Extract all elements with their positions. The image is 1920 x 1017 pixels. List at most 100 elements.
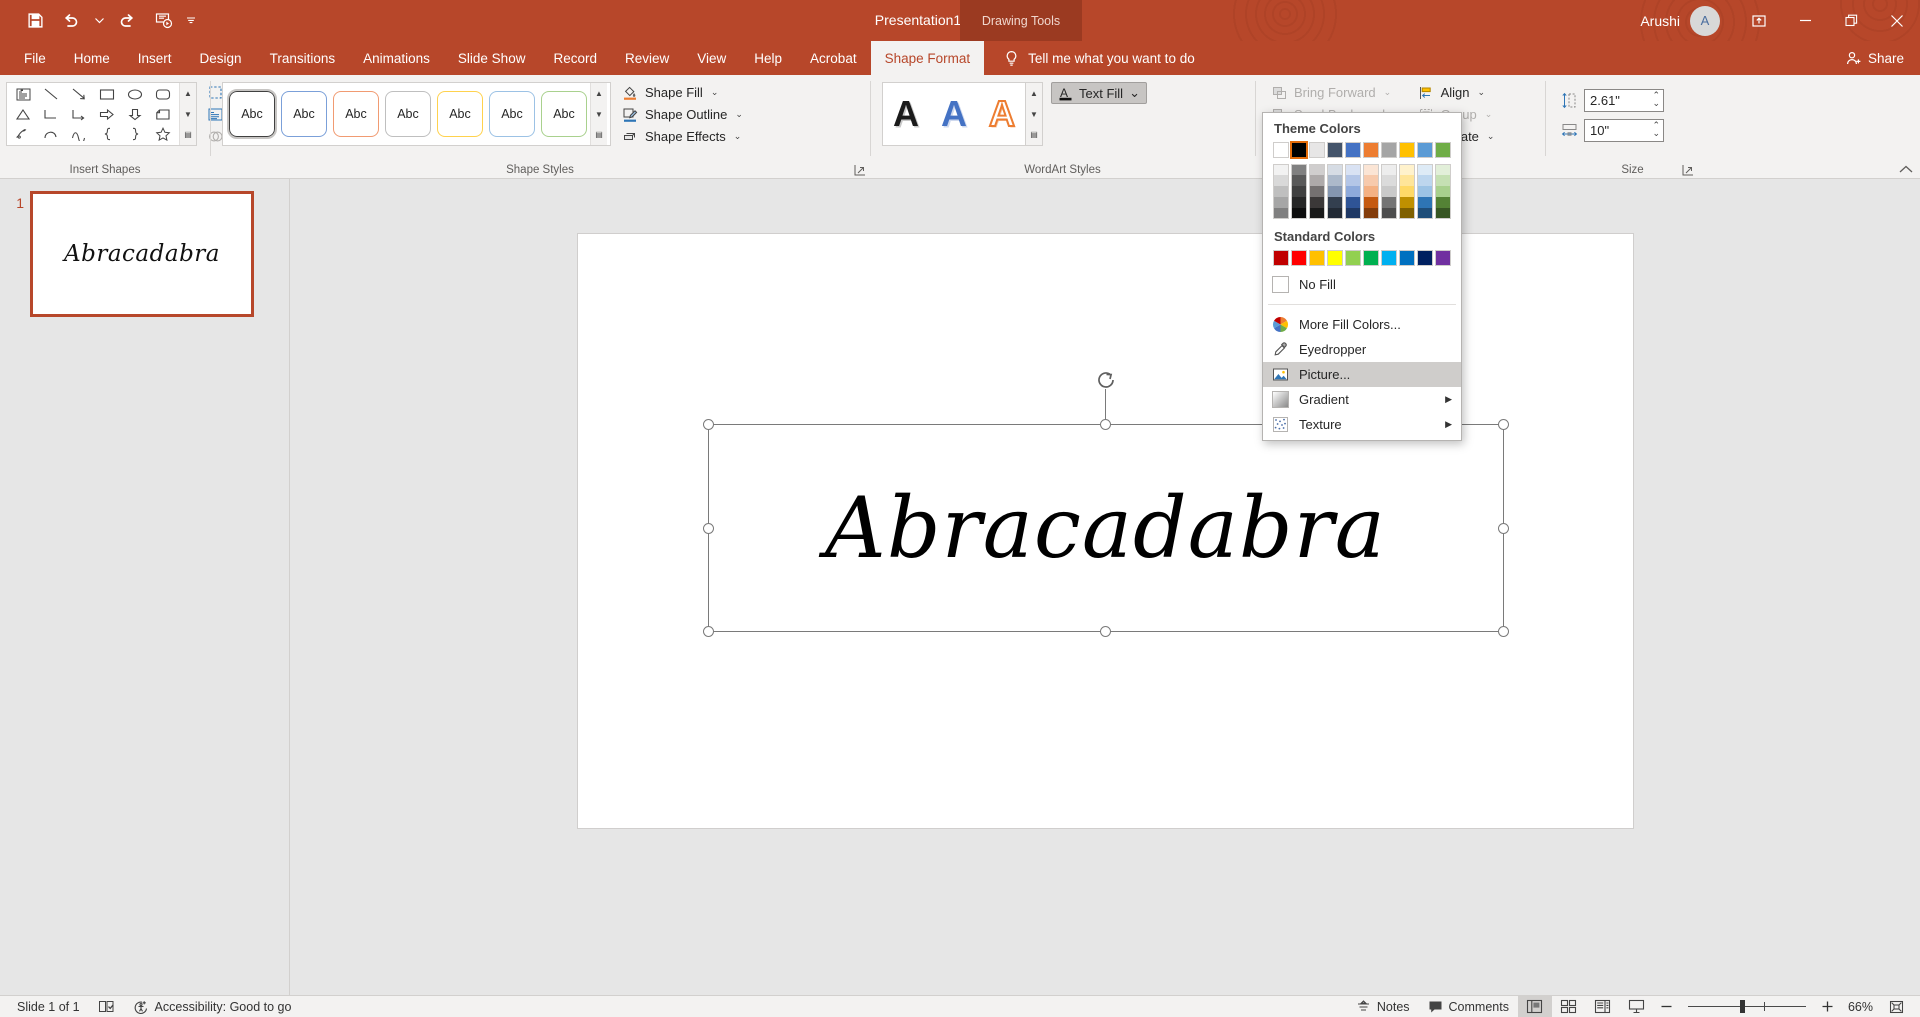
- slide-sorter-icon[interactable]: [1552, 996, 1586, 1017]
- slide-show-icon[interactable]: [1620, 996, 1654, 1017]
- size-dialog-launcher-icon[interactable]: [1682, 164, 1694, 176]
- shape-style-thumb[interactable]: Abc: [489, 91, 535, 137]
- standard-color-swatch-green[interactable]: [1363, 250, 1379, 266]
- resize-handle-bottom-right[interactable]: [1497, 626, 1509, 637]
- tab-transitions[interactable]: Transitions: [256, 41, 350, 75]
- insert-shapes-scroll[interactable]: ▲ ▼ ▤: [179, 83, 196, 146]
- zoom-level[interactable]: 66%: [1840, 996, 1881, 1017]
- theme-shade-column[interactable]: [1399, 164, 1415, 219]
- shape-style-thumb[interactable]: Abc: [281, 91, 327, 137]
- standard-color-swatch-blue[interactable]: [1399, 250, 1415, 266]
- minimize-icon[interactable]: [1782, 0, 1828, 41]
- slide-indicator[interactable]: Slide 1 of 1: [8, 996, 89, 1017]
- tab-shape-format[interactable]: Shape Format: [870, 41, 985, 75]
- standard-color-swatch-yellow[interactable]: [1327, 250, 1343, 266]
- shape-style-thumb[interactable]: Abc: [333, 91, 379, 137]
- shape-folded-corner-icon[interactable]: [149, 104, 177, 124]
- accessibility-status[interactable]: Accessibility: Good to go: [124, 996, 301, 1017]
- share-button[interactable]: Share: [1830, 41, 1920, 75]
- menu-item-more-fill-colors[interactable]: More Fill Colors...: [1263, 312, 1461, 337]
- spell-check-icon[interactable]: [89, 996, 124, 1017]
- shape-triangle-icon[interactable]: [9, 104, 37, 124]
- shape-elbow-arrow-connector-icon[interactable]: [65, 104, 93, 124]
- shape-styles-gallery[interactable]: Abc Abc Abc Abc Abc Abc Abc ▲ ▼ ▤: [222, 82, 611, 146]
- theme-shade-column[interactable]: [1381, 164, 1397, 219]
- ribbon-display-options-icon[interactable]: [1736, 0, 1782, 41]
- theme-color-swatch-blue[interactable]: [1345, 142, 1361, 158]
- shape-wave-icon[interactable]: [65, 124, 93, 144]
- resize-handle-top-right[interactable]: [1497, 419, 1509, 430]
- standard-color-swatch-purple[interactable]: [1435, 250, 1451, 266]
- shape-style-thumb[interactable]: Abc: [227, 89, 277, 139]
- shape-right-brace-icon[interactable]: [121, 124, 149, 144]
- theme-color-swatch-light-blue[interactable]: [1417, 142, 1433, 158]
- standard-color-swatch-orange[interactable]: [1309, 250, 1325, 266]
- shape-rounded-rectangle-icon[interactable]: [149, 84, 177, 104]
- shape-oval-icon[interactable]: [121, 84, 149, 104]
- shape-style-thumb[interactable]: Abc: [385, 91, 431, 137]
- undo-icon[interactable]: [54, 6, 88, 36]
- theme-color-swatch-green[interactable]: [1435, 142, 1451, 158]
- shape-arrow-icon[interactable]: [65, 84, 93, 104]
- slideshow-icon[interactable]: [146, 6, 180, 36]
- theme-shade-column[interactable]: [1345, 164, 1361, 219]
- theme-color-shades-grid[interactable]: [1263, 158, 1461, 219]
- menu-item-texture[interactable]: Texture ▶: [1263, 412, 1461, 437]
- shape-width-input[interactable]: 10" ⌃ ⌄: [1584, 118, 1664, 142]
- avatar[interactable]: A: [1690, 5, 1720, 36]
- shape-height-stepper[interactable]: ⌃ ⌄: [1652, 90, 1660, 107]
- shape-fill-button[interactable]: Shape Fill ⌄: [619, 82, 750, 103]
- scroll-down-icon[interactable]: ▼: [1026, 103, 1042, 125]
- resize-handle-top-center[interactable]: [1100, 419, 1111, 430]
- theme-color-swatch-gold[interactable]: [1399, 142, 1415, 158]
- close-icon[interactable]: [1874, 0, 1920, 41]
- customize-quick-access-toolbar-icon[interactable]: [182, 6, 200, 36]
- wordart-thumb[interactable]: A: [941, 96, 967, 132]
- more-wordart-styles-icon[interactable]: ▤: [1026, 124, 1042, 146]
- resize-handle-middle-right[interactable]: [1497, 522, 1509, 534]
- theme-color-swatch-white[interactable]: [1273, 142, 1289, 158]
- text-fill-button[interactable]: A Text Fill ⌄: [1051, 82, 1147, 104]
- theme-shade-column[interactable]: [1291, 164, 1307, 219]
- comments-button[interactable]: Comments: [1419, 996, 1518, 1017]
- theme-color-swatch-black[interactable]: [1290, 141, 1308, 159]
- menu-item-picture[interactable]: Picture...: [1263, 362, 1461, 387]
- standard-color-swatch-light-green[interactable]: [1345, 250, 1361, 266]
- reading-view-icon[interactable]: [1586, 996, 1620, 1017]
- scroll-down-icon[interactable]: ▼: [180, 103, 196, 125]
- wordart-thumb[interactable]: A: [893, 96, 919, 132]
- collapse-ribbon-icon[interactable]: [1898, 164, 1914, 176]
- restore-icon[interactable]: [1828, 0, 1874, 41]
- fit-to-window-icon[interactable]: [1881, 996, 1912, 1017]
- notes-button[interactable]: Notes: [1347, 996, 1419, 1017]
- tab-animations[interactable]: Animations: [349, 41, 444, 75]
- shape-width-stepper[interactable]: ⌃ ⌄: [1652, 120, 1660, 137]
- shape-line-icon[interactable]: [37, 84, 65, 104]
- shape-elbow-connector-icon[interactable]: [37, 104, 65, 124]
- zoom-slider-thumb[interactable]: [1739, 1000, 1745, 1013]
- zoom-in-icon[interactable]: [1815, 996, 1840, 1017]
- tab-acrobat[interactable]: Acrobat: [796, 41, 871, 75]
- shape-curve-icon[interactable]: [37, 124, 65, 144]
- redo-icon[interactable]: [110, 6, 144, 36]
- tab-file[interactable]: File: [10, 41, 60, 75]
- more-shapes-icon[interactable]: ▤: [180, 124, 196, 146]
- menu-item-gradient[interactable]: Gradient ▶: [1263, 387, 1461, 412]
- theme-shade-column[interactable]: [1435, 164, 1451, 219]
- theme-color-swatch-light-gray[interactable]: [1309, 142, 1325, 158]
- tell-me-box[interactable]: Tell me what you want to do: [984, 41, 1195, 75]
- shape-star-icon[interactable]: [149, 124, 177, 144]
- shape-scribble-icon[interactable]: [9, 124, 37, 144]
- theme-colors-row[interactable]: [1263, 141, 1461, 159]
- rotate-handle-icon[interactable]: [1095, 369, 1117, 391]
- wordart-styles-scroll[interactable]: ▲ ▼ ▤: [1026, 82, 1043, 146]
- standard-color-swatch-red[interactable]: [1291, 250, 1307, 266]
- standard-colors-row[interactable]: [1263, 250, 1461, 266]
- undo-dropdown-chevron-down-icon[interactable]: [90, 6, 108, 36]
- zoom-slider[interactable]: [1687, 1000, 1806, 1013]
- tab-home[interactable]: Home: [60, 41, 124, 75]
- resize-handle-top-left[interactable]: [702, 419, 714, 430]
- wordart-thumb[interactable]: A: [988, 95, 1016, 133]
- align-button[interactable]: Align ⌄: [1416, 82, 1502, 103]
- theme-shade-column[interactable]: [1309, 164, 1325, 219]
